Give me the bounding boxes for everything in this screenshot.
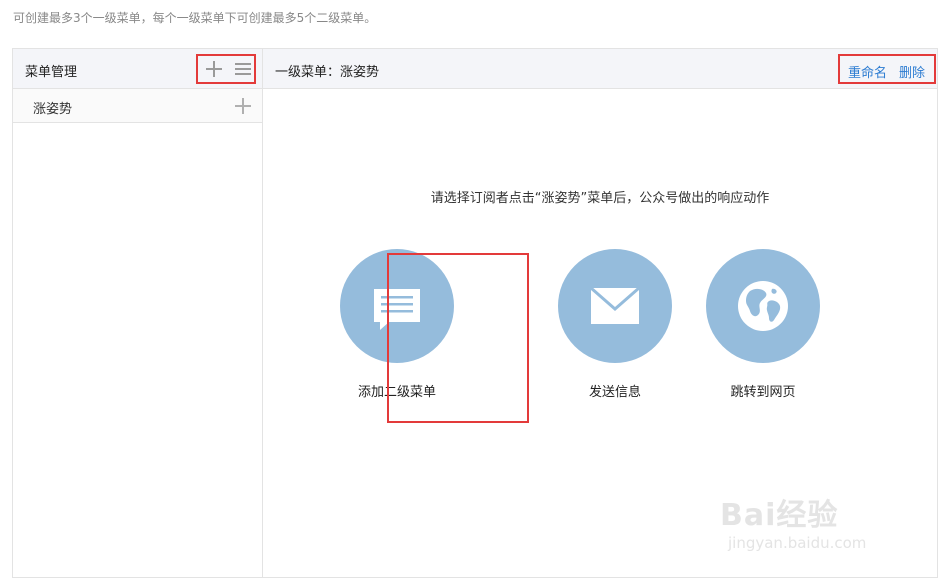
send-message-label: 发送信息 bbox=[588, 385, 641, 400]
add-submenu-icon[interactable] bbox=[235, 98, 251, 114]
jump-webpage-option[interactable]: 跳转到网页 bbox=[693, 249, 833, 400]
menu-item-zhangzishi[interactable]: 涨姿势 bbox=[13, 89, 262, 123]
actions-highlight: 重命名 删除 bbox=[838, 54, 936, 84]
envelope-icon bbox=[590, 286, 640, 324]
jump-webpage-circle[interactable] bbox=[706, 249, 820, 363]
send-message-circle[interactable] bbox=[558, 249, 672, 363]
rename-button[interactable]: 重命名 bbox=[848, 62, 887, 81]
menu-management-title: 菜单管理 bbox=[25, 65, 78, 80]
menu-item-label: 涨姿势 bbox=[33, 102, 73, 117]
globe-icon bbox=[738, 281, 788, 331]
add-menu-icon[interactable] bbox=[206, 61, 222, 77]
jump-webpage-label: 跳转到网页 bbox=[730, 385, 796, 400]
menu-detail-header: 一级菜单：涨姿势 重命名 删除 bbox=[263, 49, 937, 89]
toolbar-highlight bbox=[196, 54, 256, 84]
menu-management-header: 菜单管理 bbox=[13, 49, 262, 89]
send-message-option[interactable]: 发送信息 bbox=[545, 249, 685, 400]
menu-detail-title: 一级菜单：涨姿势 bbox=[275, 65, 380, 80]
response-prompt: 请选择订阅者点击“涨姿势”菜单后，公众号做出的响应动作 bbox=[430, 191, 770, 206]
sort-menu-icon[interactable] bbox=[235, 62, 251, 77]
selected-option-highlight bbox=[387, 253, 529, 423]
baidu-jingyan-watermark: Bai经验 jingyan.baidu.com bbox=[720, 490, 866, 552]
menu-limit-hint: 可创建最多3个一级菜单，每个一级菜单下可创建最多5个二级菜单。 bbox=[13, 11, 377, 25]
delete-button[interactable]: 删除 bbox=[899, 62, 925, 81]
watermark-main-text: Bai经验 bbox=[720, 498, 839, 533]
watermark-sub-text: jingyan.baidu.com bbox=[728, 534, 867, 552]
menu-management-panel: 菜单管理 涨姿势 bbox=[13, 49, 263, 577]
